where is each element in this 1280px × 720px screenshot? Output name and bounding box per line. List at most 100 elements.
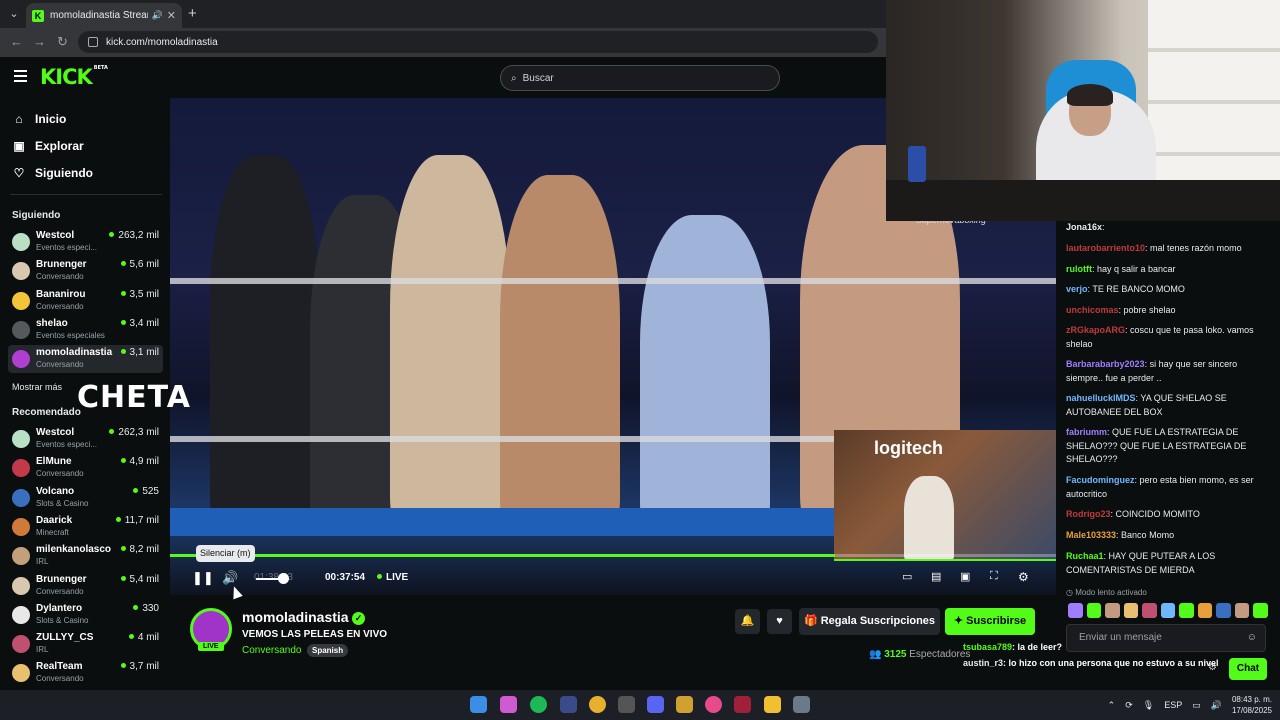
emote[interactable] xyxy=(1253,603,1269,618)
menu-icon[interactable] xyxy=(14,70,27,82)
viewer-count: 👥 3125 Espectadores xyxy=(869,649,971,660)
chat-username[interactable]: Jona16x xyxy=(1066,222,1102,232)
settings-gear-icon[interactable]: ⚙ xyxy=(1018,570,1029,584)
chat-username[interactable]: zRGkapoARG xyxy=(1066,325,1125,335)
sync-icon[interactable]: ⟳ xyxy=(1125,700,1133,711)
fullscreen-icon[interactable]: ⛶ xyxy=(990,570,998,583)
tab-audio-icon[interactable]: 🔊 xyxy=(152,10,163,21)
language-tag[interactable]: Spanish xyxy=(307,644,349,657)
new-tab-icon[interactable]: + xyxy=(188,5,197,22)
notification-bell-button[interactable]: 🔔 xyxy=(735,609,760,634)
channel-avatar xyxy=(12,262,30,281)
volume-icon[interactable]: 🔊 xyxy=(222,570,238,586)
sidebar-channel[interactable]: momoladinastia Conversando 3,1 mil xyxy=(8,345,163,374)
nav-inicio[interactable]: ⌂ Inicio xyxy=(12,112,66,126)
emote[interactable] xyxy=(1160,603,1176,618)
gift-subs-button[interactable]: 🎁 Regala Suscripciones xyxy=(799,608,940,635)
settings-gear-icon[interactable] xyxy=(793,696,810,713)
chat-username[interactable]: unchicomas xyxy=(1066,305,1119,315)
reload-icon[interactable]: ↻ xyxy=(57,34,68,50)
app-icon[interactable] xyxy=(676,696,693,713)
emote[interactable] xyxy=(1105,603,1120,618)
address-field[interactable]: kick.com/momoladinastia xyxy=(78,31,878,53)
stream-category[interactable]: Conversando xyxy=(242,645,301,656)
pause-icon[interactable]: ❚❚ xyxy=(192,570,214,586)
recommended-section-title: Recomendado xyxy=(12,407,81,418)
emote[interactable] xyxy=(1142,603,1157,618)
sidebar-channel[interactable]: Bananirou Conversando 3,5 mil xyxy=(8,287,163,315)
sidebar-channel[interactable]: shelao Eventos especiales 3,4 mil xyxy=(8,316,163,344)
sidebar-channel[interactable]: ElMune Conversando 4,9 mil xyxy=(8,454,163,482)
sidebar-channel[interactable]: Westcol Eventos especi... 262,3 mil xyxy=(8,425,163,453)
app-icon[interactable] xyxy=(705,696,722,713)
chat-username[interactable]: verjo xyxy=(1066,284,1088,294)
chat-username[interactable]: fabriumm xyxy=(1066,427,1107,437)
app-icon[interactable] xyxy=(560,696,577,713)
input-language[interactable]: ESP xyxy=(1164,700,1182,710)
theater-mode-icon[interactable]: ▣ xyxy=(960,570,970,583)
tab-close-icon[interactable]: ✕ xyxy=(167,9,176,22)
show-more-link[interactable]: Mostrar más xyxy=(12,382,62,392)
follow-heart-button[interactable]: ♥ xyxy=(767,609,792,634)
app-icon[interactable] xyxy=(734,696,751,713)
start-windows-icon[interactable] xyxy=(470,696,487,713)
speaker-icon[interactable]: 🔊 xyxy=(1211,700,1222,711)
discord-icon[interactable] xyxy=(647,696,664,713)
emote[interactable] xyxy=(1179,603,1194,618)
microphone-icon[interactable]: 🎙 xyxy=(1143,700,1154,711)
star-icon: ✦ xyxy=(953,615,967,627)
chrome-icon[interactable] xyxy=(589,696,606,713)
app-icon[interactable] xyxy=(618,696,635,713)
chat-username[interactable]: Male103333 xyxy=(1066,530,1116,540)
sidebar-channel[interactable]: ZULLYY_CS IRL 4 mil xyxy=(8,630,163,658)
sidebar-channel[interactable]: Westcol Eventos especi... 263,2 mil xyxy=(8,228,163,256)
emote[interactable] xyxy=(1234,603,1250,618)
chevron-up-icon[interactable]: ⌃ xyxy=(1108,700,1116,711)
sidebar-channel[interactable]: Volcano Slots & Casino 525 xyxy=(8,484,163,512)
emoji-picker-icon[interactable]: ☺ xyxy=(1247,632,1257,643)
chat-username[interactable]: Rodrigo23 xyxy=(1066,509,1111,519)
forward-arrow-icon[interactable]: → xyxy=(33,34,46,49)
sidebar-channel[interactable]: RealTeam Conversando 3,7 mil xyxy=(8,659,163,687)
back-arrow-icon[interactable]: ← xyxy=(10,34,23,49)
clip-icon[interactable]: ▤ xyxy=(931,570,941,583)
file-explorer-icon[interactable] xyxy=(764,696,781,713)
channel-name: Volcano xyxy=(36,485,75,497)
sidebar-channel[interactable]: milenkanolasco IRL 8,2 mil xyxy=(8,542,163,570)
chat-send-button[interactable]: Chat xyxy=(1229,658,1267,680)
network-icon[interactable]: ▭ xyxy=(1192,700,1201,711)
sidebar-channel[interactable]: Daarick Minecraft 11,7 mil xyxy=(8,513,163,541)
emote[interactable] xyxy=(1086,603,1102,618)
mini-player-icon[interactable]: ▭ xyxy=(902,570,912,583)
sidebar-channel[interactable]: Dylantero Slots & Casino 330 xyxy=(8,601,163,629)
nav-explorar[interactable]: ▣ Explorar xyxy=(12,139,83,153)
chat-username[interactable]: lautarobarriento10 xyxy=(1066,243,1145,253)
chat-username[interactable]: Ruchaa1 xyxy=(1066,551,1104,561)
progress-bar[interactable] xyxy=(170,554,1056,557)
channel-category: IRL xyxy=(36,645,49,655)
live-indicator[interactable]: LIVE xyxy=(377,572,408,583)
browser-tab[interactable]: K momoladinastia Stream - W 🔊 ✕ xyxy=(26,3,182,28)
system-clock[interactable]: 08:43 p. m. 17/08/2025 xyxy=(1232,694,1272,716)
streamer-name[interactable]: momoladinastia xyxy=(242,609,349,625)
nav-siguiendo[interactable]: ♡ Siguiendo xyxy=(12,166,93,180)
emote[interactable] xyxy=(1068,603,1083,618)
chat-username[interactable]: nahuellucklMDS xyxy=(1066,393,1136,403)
sidebar-channel[interactable]: Brunenger Conversando 5,6 mil xyxy=(8,257,163,285)
emote[interactable] xyxy=(1123,603,1139,618)
kick-logo[interactable]: KICK BETA xyxy=(40,65,108,89)
chat-username[interactable]: rulotft xyxy=(1066,264,1092,274)
picture-in-picture-cam: logitech xyxy=(834,430,1056,560)
subscribe-button[interactable]: ✦ Suscribirse xyxy=(945,608,1035,635)
emote[interactable] xyxy=(1197,603,1213,618)
site-settings-icon[interactable] xyxy=(88,37,98,47)
emote[interactable] xyxy=(1216,603,1231,618)
search-input[interactable]: ⌕ Buscar xyxy=(500,65,780,91)
chat-username[interactable]: Facudominguez xyxy=(1066,475,1135,485)
tab-search-chevron-icon[interactable]: ⌄ xyxy=(4,4,24,24)
sidebar-channel[interactable]: Brunenger Conversando 5,4 mil xyxy=(8,572,163,600)
volume-knob[interactable] xyxy=(278,573,289,584)
chat-username[interactable]: Barbarabarby2023 xyxy=(1066,359,1145,369)
copilot-icon[interactable] xyxy=(500,696,517,713)
spotify-icon[interactable] xyxy=(530,696,547,713)
